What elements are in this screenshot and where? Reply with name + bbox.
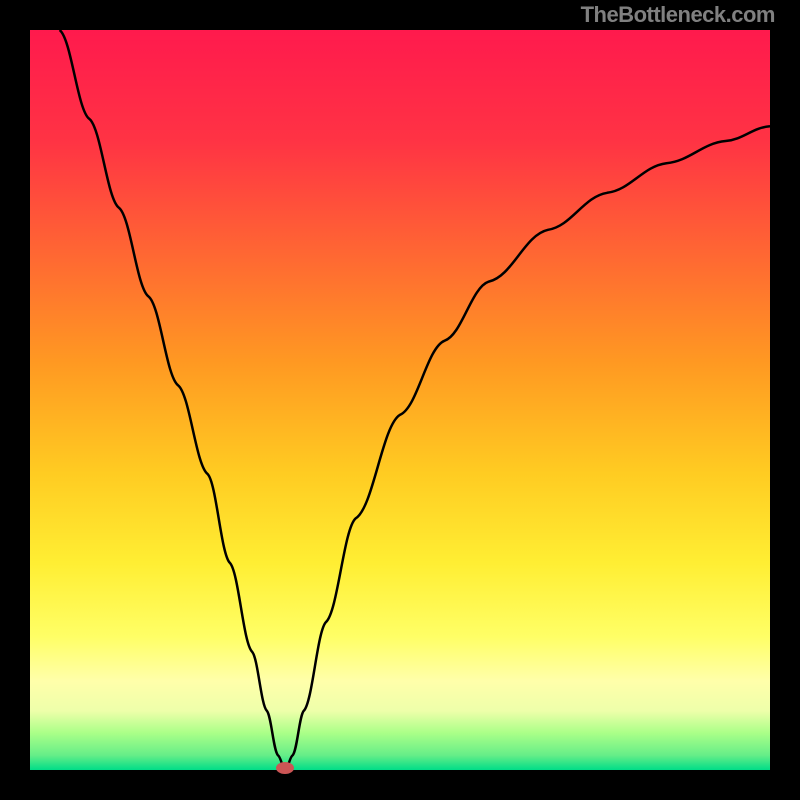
chart-container: TheBottleneck.com [0,0,800,800]
watermark-text: TheBottleneck.com [581,2,775,28]
minimum-marker [276,762,294,774]
curve-line [30,30,770,770]
chart-plot-area [30,30,770,770]
